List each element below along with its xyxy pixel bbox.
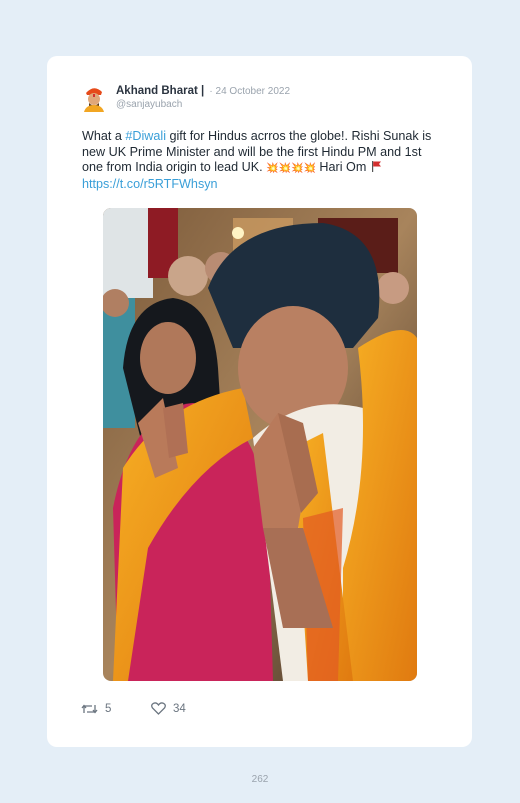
tweet-text-part-3: Hari Om [315, 160, 370, 174]
tweet-text: What a #Diwali gift for Hindus acrros th… [82, 129, 437, 192]
hashtag-link[interactable]: #Diwali [125, 129, 166, 143]
retweet-count: 5 [105, 703, 112, 715]
avatar[interactable] [82, 84, 106, 112]
page-number: 262 [251, 774, 269, 785]
flag-icon [371, 161, 381, 172]
tweet-photo[interactable] [103, 208, 417, 681]
tweet-card: Akhand Bharat | · 24 October 2022 @sanja… [47, 56, 472, 747]
like-count: 34 [173, 702, 186, 715]
retweet-icon[interactable] [81, 702, 98, 716]
tweet-date[interactable]: · 24 October 2022 [209, 86, 290, 97]
like-stat[interactable]: 34 [151, 702, 186, 715]
author-name[interactable]: Akhand Bharat | [116, 85, 204, 97]
heart-icon[interactable] [151, 702, 166, 715]
retweet-stat[interactable]: 5 [81, 702, 111, 716]
tweet-author-line: Akhand Bharat | · 24 October 2022 [116, 85, 290, 97]
tweet-url-link[interactable]: https://t.co/r5RTFWhsyn [82, 177, 218, 191]
author-handle[interactable]: @sanjayubach [116, 99, 182, 110]
tweet-text-part-1: What a [82, 129, 126, 143]
emoji-group: 💥💥💥💥 [266, 163, 316, 174]
